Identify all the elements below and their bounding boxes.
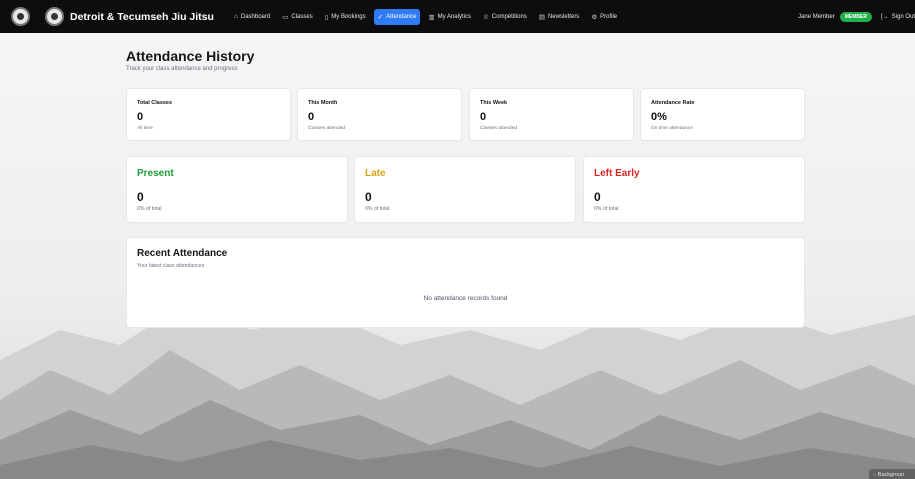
top-navbar: Detroit & Tecumseh Jiu Jitsu ⌂ Dashboard … — [0, 0, 915, 33]
status-note: 0% of total — [365, 206, 390, 212]
status-title: Late — [365, 168, 386, 179]
stat-value: 0 — [480, 111, 487, 123]
stat-value: 0% — [651, 111, 667, 123]
newspaper-icon: ▤ — [538, 13, 545, 21]
club-secondary-logo[interactable] — [45, 7, 64, 26]
chart-icon: ▥ — [428, 13, 435, 21]
status-title: Present — [137, 168, 174, 179]
calendar-icon: ▭ — [282, 13, 289, 21]
stat-value: 0 — [137, 111, 144, 123]
recent-title: Recent Attendance — [137, 248, 228, 259]
brand-name[interactable]: Detroit & Tecumseh Jiu Jitsu — [70, 11, 214, 23]
stat-card-attendance-rate: Attendance Rate 0% On time attendance — [640, 88, 805, 141]
trophy-icon: ♕ — [482, 13, 489, 21]
user-area: Jane Member MEMBER [→ Sign Out — [798, 0, 915, 33]
status-note: 0% of total — [137, 206, 162, 212]
nav-dashboard[interactable]: ⌂ Dashboard — [230, 9, 274, 24]
status-note: 0% of total — [594, 206, 619, 212]
stat-card-total-classes: Total Classes 0 All time — [126, 88, 291, 141]
sign-out-button[interactable]: [→ Sign Out — [881, 14, 915, 20]
stat-note: Classes attended — [308, 126, 346, 131]
nav-links: ⌂ Dashboard ▭ Classes ▯ My Bookings ✓ Attend… — [230, 8, 625, 25]
stat-value: 0 — [308, 111, 315, 123]
user-check-icon: ✓ — [377, 13, 384, 21]
status-card-late: Late 0 0% of total — [354, 156, 576, 223]
stat-label: This Week — [480, 100, 508, 106]
status-title: Left Early — [594, 168, 640, 179]
page-title: Attendance History — [126, 48, 255, 64]
stat-note: On time attendance — [651, 126, 693, 131]
book-icon: ▯ — [324, 13, 329, 21]
nav-my-analytics[interactable]: ▥ My Analytics — [424, 9, 475, 25]
stat-label: This Month — [308, 100, 338, 106]
role-badge: MEMBER — [839, 11, 872, 22]
status-value: 0 — [365, 190, 372, 204]
nav-competitions[interactable]: ♕ Competitions — [479, 9, 531, 25]
nav-attendance[interactable]: ✓ Attendance — [373, 8, 421, 25]
empty-state-message: No attendance records found — [423, 295, 508, 302]
logout-icon: [→ — [880, 13, 889, 20]
gear-icon: ⚙ — [591, 13, 598, 21]
stat-label: Total Classes — [137, 100, 173, 106]
stat-card-this-month: This Month 0 Classes attended — [297, 88, 462, 141]
nav-my-bookings[interactable]: ▯ My Bookings — [321, 9, 370, 25]
status-value: 0 — [137, 190, 144, 204]
nav-classes[interactable]: ▭ Classes — [278, 9, 317, 25]
background-toggle-button[interactable]: ◌ Backgroun — [869, 469, 915, 479]
page-subtitle: Track your class attendance and progress — [126, 66, 238, 72]
nav-newsletters[interactable]: ▤ Newsletters — [535, 9, 584, 25]
status-value: 0 — [594, 190, 601, 204]
main-content: Attendance History Track your class atte… — [126, 48, 805, 72]
stat-note: Classes attended — [480, 126, 518, 131]
home-icon: ⌂ — [233, 13, 238, 20]
recent-attendance-card: Recent Attendance Your latest class atte… — [126, 237, 805, 328]
status-card-left-early: Left Early 0 0% of total — [583, 156, 805, 223]
club-logo[interactable] — [11, 7, 30, 26]
stat-note: All time — [137, 126, 153, 131]
stat-card-this-week: This Week 0 Classes attended — [469, 88, 634, 141]
nav-profile[interactable]: ⚙ Profile — [587, 9, 621, 25]
stat-label: Attendance Rate — [651, 100, 695, 106]
user-name: Jane Member — [798, 13, 835, 20]
recent-subtitle: Your latest class attendances — [137, 263, 205, 269]
status-card-present: Present 0 0% of total — [126, 156, 348, 223]
